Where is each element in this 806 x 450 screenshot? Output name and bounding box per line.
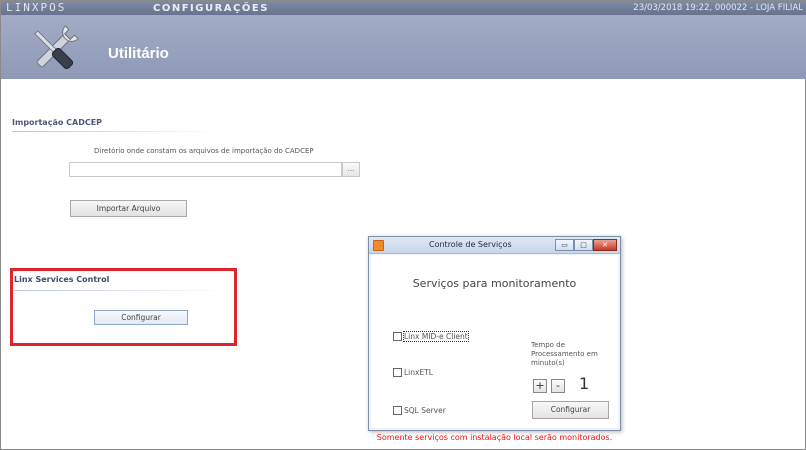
close-button[interactable]: ✕ [593,239,617,251]
decrement-button[interactable]: - [551,379,565,393]
service-label: LinxETL [404,368,433,377]
section-title: CONFIGURAÇÕES [153,3,269,14]
services-control-group-title: Linx Services Control [14,275,110,284]
checkbox[interactable] [393,368,402,377]
dialog-title: Controle de Serviços [429,240,512,249]
service-checkbox-linxetl[interactable]: LinxETL [393,367,473,379]
services-control-dialog: Controle de Serviços ▭ □ ✕ Serviços para… [368,236,621,442]
processing-time-label: Tempo de Processamento em minuto(s) [531,341,598,367]
dialog-titlebar[interactable]: Controle de Serviços ▭ □ ✕ [369,237,620,254]
cadcep-group-title: Importação CADCEP [12,118,103,127]
app-icon [373,240,384,251]
dialog-heading: Serviços para monitoramento [412,277,577,290]
checkbox[interactable] [393,332,402,341]
processing-time-value: 1 [579,374,590,393]
local-services-note: Somente serviços com instalação local se… [376,433,613,442]
directory-input[interactable] [69,162,342,177]
application-window: LINXPOS CONFIGURAÇÕES 23/03/2018 19:22, … [0,0,806,450]
services-control-divider [14,290,229,291]
service-label: Linx MID-e Client [403,331,469,342]
page-header: Utilitário [1,15,806,79]
dialog-body: Serviços para monitoramento Linx MID-e C… [371,255,618,442]
browse-button[interactable]: ... [342,162,360,177]
maximize-button[interactable]: □ [574,239,593,251]
service-checkbox-sql-server[interactable]: SQL Server [393,405,473,417]
page-title: Utilitário [108,45,169,62]
configure-button[interactable]: Configurar [94,310,188,325]
app-logo: LINXPOS [6,1,67,14]
directory-label: Diretório onde constam os arquivos de im… [94,147,314,155]
service-label: SQL Server [404,406,446,415]
tools-icon [34,25,79,70]
import-file-button[interactable]: Importar Arquivo [70,200,187,217]
minimize-button[interactable]: ▭ [555,239,574,251]
service-checkbox-linx-mid-e-client[interactable]: Linx MID-e Client [393,331,503,343]
status-info: 23/03/2018 19:22, 000022 - LOJA FILIAL [633,3,803,13]
top-bar: LINXPOS CONFIGURAÇÕES 23/03/2018 19:22, … [1,1,806,15]
cadcep-group-divider [12,131,217,132]
checkbox[interactable] [393,406,402,415]
dialog-configure-button[interactable]: Configurar [532,401,609,419]
increment-button[interactable]: + [533,379,547,393]
